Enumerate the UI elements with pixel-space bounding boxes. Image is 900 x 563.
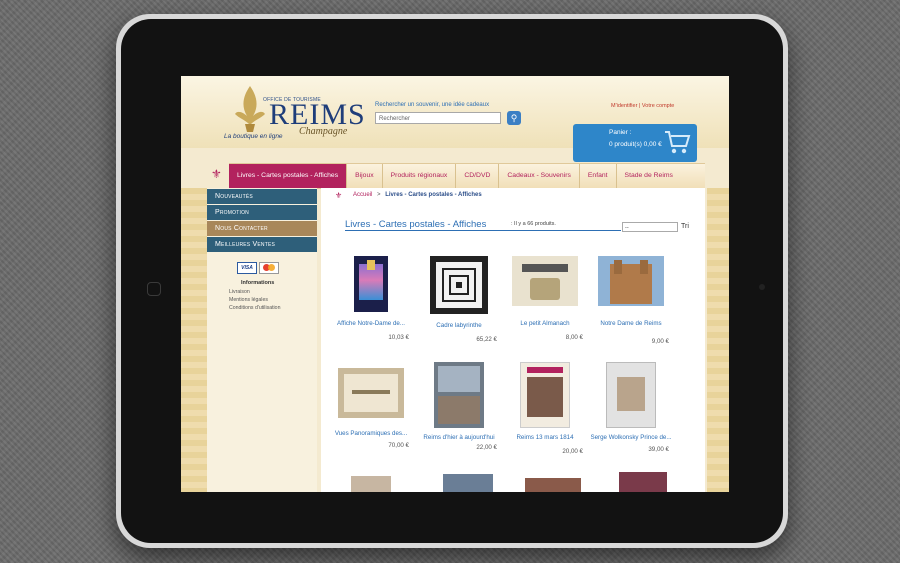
main-content: ⚜ Accueil > Livres - Cartes postales - A… bbox=[321, 188, 705, 492]
product-image[interactable] bbox=[430, 256, 488, 314]
home-button[interactable] bbox=[147, 282, 161, 296]
info-title: Informations bbox=[241, 280, 275, 286]
product-name[interactable]: Reims d'hier à aujourd'hui bbox=[415, 434, 503, 442]
logo-script-text: Champagne bbox=[299, 126, 348, 137]
product-name[interactable]: Serge Wolkonsky Prince de... bbox=[587, 434, 675, 442]
breadcrumb-separator: > bbox=[377, 192, 381, 198]
breadcrumb: Accueil > Livres - Cartes postales - Aff… bbox=[353, 192, 482, 198]
sidebar-item-meilleures-ventes[interactable]: Meilleures Ventes bbox=[207, 237, 317, 252]
title-underline bbox=[345, 230, 621, 231]
product-image[interactable] bbox=[434, 362, 484, 428]
camera-icon bbox=[759, 284, 765, 290]
product-price: 65,22 € bbox=[476, 336, 497, 343]
cart-widget[interactable]: Panier : 0 produit(s) 0,00 € bbox=[573, 124, 697, 162]
search-icon: ⚲ bbox=[510, 113, 518, 123]
product-name[interactable]: Le petit Almanach bbox=[501, 320, 589, 328]
product-name[interactable]: Reims 13 mars 1814 bbox=[501, 434, 589, 442]
product-image[interactable] bbox=[443, 474, 493, 492]
sidebar-item-nouveautes[interactable]: Nouveautés bbox=[207, 189, 317, 204]
product-name[interactable]: Affiche Notre-Dame de... bbox=[327, 320, 415, 328]
product-card[interactable]: Affiche Notre-Dame de... 10,03 € bbox=[327, 256, 415, 341]
product-card[interactable]: Cadre labyrinthe 65,22 € bbox=[415, 256, 503, 343]
product-card[interactable]: Reims 13 mars 1814 20,00 € bbox=[501, 362, 589, 455]
product-price: 9,00 € bbox=[651, 338, 669, 345]
sidebar-item-promotion[interactable]: Promotion bbox=[207, 205, 317, 220]
nav-item-stade-de-reims[interactable]: Stade de Reims bbox=[617, 164, 681, 188]
mastercard-icon bbox=[259, 262, 279, 274]
nav-item-cadeaux-souvenirs[interactable]: Cadeaux - Souvenirs bbox=[499, 164, 580, 188]
account-link[interactable]: M'identifier | Votre compte bbox=[611, 103, 674, 109]
nav-item-cd-dvd[interactable]: CD/DVD bbox=[456, 164, 500, 188]
nav-item-livres[interactable]: Livres - Cartes postales - Affiches bbox=[229, 164, 348, 188]
cart-count: 0 produit(s) 0,00 € bbox=[609, 141, 662, 148]
product-card[interactable]: Reims d'hier à aujourd'hui 22,00 € bbox=[415, 362, 503, 451]
product-name[interactable]: Cadre labyrinthe bbox=[415, 322, 503, 330]
product-image[interactable] bbox=[512, 256, 578, 306]
product-image[interactable] bbox=[598, 256, 664, 306]
product-price: 8,00 € bbox=[565, 334, 583, 341]
search-label: Rechercher un souvenir, une idée cadeaux bbox=[375, 102, 490, 108]
product-image[interactable] bbox=[619, 472, 667, 492]
product-image[interactable] bbox=[338, 368, 404, 418]
nav-fleur-icon: ⚜ bbox=[211, 167, 222, 181]
product-name[interactable]: Vues Panoramiques des... bbox=[327, 430, 415, 438]
nav-item-produits-regionaux[interactable]: Produits régionaux bbox=[383, 164, 457, 188]
tablet-device: OFFICE DE TOURISME REIMS Champagne La bo… bbox=[116, 14, 788, 548]
product-image[interactable] bbox=[525, 478, 581, 492]
product-price: 20,00 € bbox=[562, 448, 583, 455]
search-button[interactable]: ⚲ bbox=[507, 111, 521, 125]
logo-tagline: La boutique en ligne bbox=[224, 133, 283, 140]
info-link-mentions[interactable]: Mentions légales bbox=[229, 297, 268, 303]
product-image[interactable] bbox=[351, 476, 391, 492]
product-image[interactable] bbox=[520, 362, 570, 428]
info-link-livraison[interactable]: Livraison bbox=[229, 289, 250, 295]
info-link-conditions[interactable]: Conditions d'utilisation bbox=[229, 305, 280, 311]
sidebar: Nouveautés Promotion Nous Contacter Meil… bbox=[207, 188, 317, 492]
sort-select[interactable]: -- bbox=[622, 222, 678, 232]
fleur-de-lys-logo-icon bbox=[235, 86, 265, 132]
screen: OFFICE DE TOURISME REIMS Champagne La bo… bbox=[181, 76, 729, 492]
product-image[interactable] bbox=[606, 362, 656, 428]
product-name[interactable]: Notre Dame de Reims bbox=[587, 320, 675, 328]
product-price: 10,03 € bbox=[388, 334, 409, 341]
sort-label: Tri bbox=[681, 223, 689, 230]
cart-label: Panier : bbox=[609, 129, 632, 136]
product-price: 70,00 € bbox=[388, 442, 409, 449]
nav-item-bijoux[interactable]: Bijoux bbox=[347, 164, 383, 188]
product-count: : Il y a 66 produits. bbox=[511, 221, 556, 227]
nav-item-enfant[interactable]: Enfant bbox=[580, 164, 617, 188]
product-price: 22,00 € bbox=[476, 444, 497, 451]
product-price: 39,00 € bbox=[648, 446, 669, 453]
product-card[interactable]: Le petit Almanach 8,00 € bbox=[501, 256, 589, 341]
breadcrumb-fleur-icon: ⚜ bbox=[335, 191, 343, 200]
payment-methods: VISA bbox=[237, 262, 279, 274]
sidebar-item-contact[interactable]: Nous Contacter bbox=[207, 221, 317, 236]
product-card[interactable]: Serge Wolkonsky Prince de... 39,00 € bbox=[587, 362, 675, 453]
right-decor-strip bbox=[707, 188, 729, 492]
visa-icon: VISA bbox=[237, 262, 257, 274]
main-nav: Livres - Cartes postales - Affiches Bijo… bbox=[229, 163, 705, 189]
left-decor-strip bbox=[181, 188, 207, 492]
product-image[interactable] bbox=[354, 256, 388, 312]
breadcrumb-home[interactable]: Accueil bbox=[353, 192, 372, 198]
shopping-cart-icon bbox=[665, 131, 691, 154]
product-card[interactable]: Vues Panoramiques des... 70,00 € bbox=[327, 368, 415, 449]
page-title: Livres - Cartes postales - Affiches bbox=[345, 219, 487, 230]
search-input[interactable]: Rechercher bbox=[375, 112, 501, 124]
breadcrumb-current: Livres - Cartes postales - Affiches bbox=[385, 192, 482, 198]
tablet-bezel: OFFICE DE TOURISME REIMS Champagne La bo… bbox=[121, 19, 783, 543]
product-card[interactable]: Notre Dame de Reims 9,00 € bbox=[587, 256, 675, 345]
